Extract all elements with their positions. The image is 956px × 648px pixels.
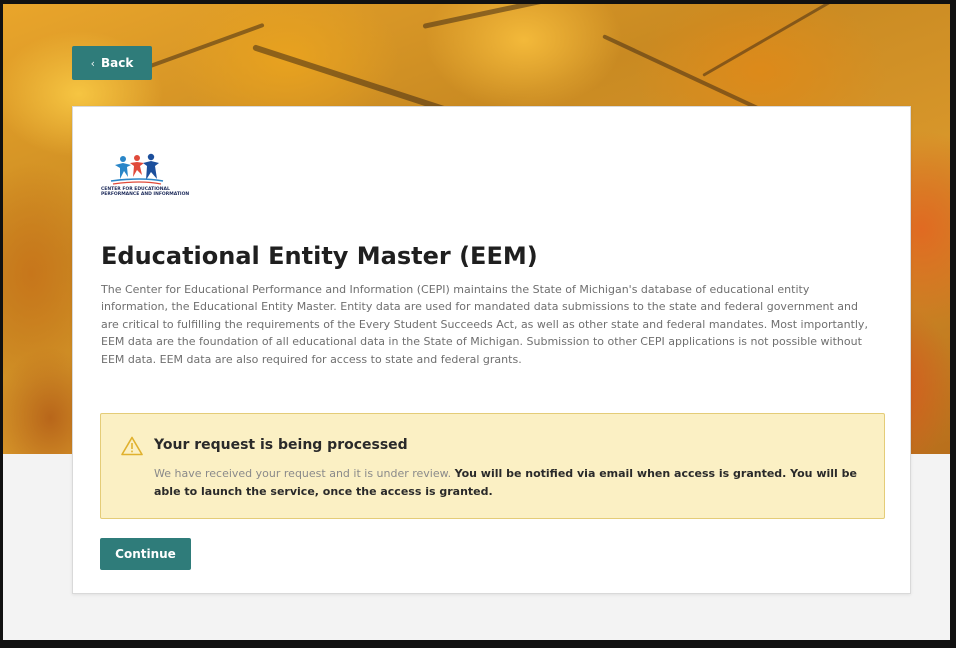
content-card: CENTER FOR EDUCATIONAL PERFORMANCE AND I…: [72, 106, 911, 594]
hero-branch: [702, 4, 843, 77]
alert-message-intro: We have received your request and it is …: [154, 467, 455, 480]
page-description: The Center for Educational Performance a…: [101, 283, 868, 366]
cepi-figures-icon: [110, 153, 164, 185]
chevron-left-icon: ‹: [90, 56, 96, 70]
logo-caption: CENTER FOR EDUCATIONAL PERFORMANCE AND I…: [101, 187, 190, 197]
page-title: Educational Entity Master (EEM): [101, 242, 538, 270]
processing-alert: Your request is being processed We have …: [100, 413, 885, 519]
hero-branch: [422, 4, 600, 29]
continue-button[interactable]: Continue: [100, 538, 191, 570]
browser-viewport: ‹ Back CENTER FOR EDUCATIONAL PERFORMANC…: [0, 0, 956, 648]
cepi-logo: CENTER FOR EDUCATIONAL PERFORMANCE AND I…: [101, 153, 201, 205]
back-button[interactable]: ‹ Back: [72, 46, 152, 80]
alert-message: We have received your request and it is …: [154, 465, 874, 501]
alert-title: Your request is being processed: [154, 437, 408, 453]
back-button-label: Back: [101, 56, 134, 70]
warning-icon: [121, 436, 143, 456]
